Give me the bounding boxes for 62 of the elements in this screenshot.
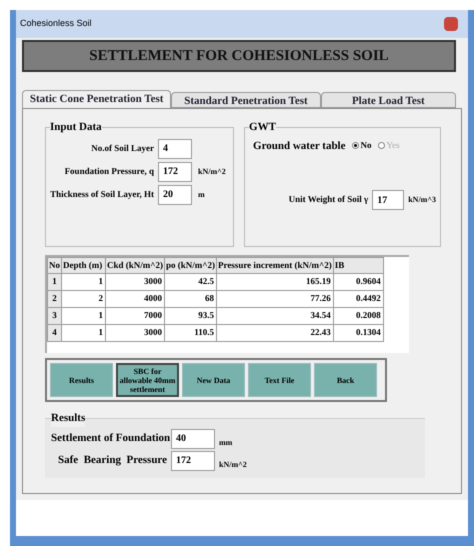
- table-cell: 77.26: [216, 290, 334, 308]
- table-cell: 1: [62, 274, 106, 290]
- row-header: 4: [48, 324, 62, 342]
- group-title: GWT: [249, 120, 276, 135]
- table-cell: 2: [62, 290, 106, 308]
- action-button[interactable]: New Data: [182, 363, 245, 397]
- table-cell: 22.43: [216, 324, 334, 342]
- action-button[interactable]: Results: [50, 363, 113, 397]
- column-header: Depth (m): [62, 258, 106, 274]
- table-cell: 3000: [106, 274, 164, 290]
- unit-label: mm: [219, 436, 232, 448]
- window-title: Cohesionless Soil: [20, 17, 92, 30]
- table-cell: 3000: [106, 324, 164, 342]
- row-header: 3: [48, 308, 62, 324]
- input-field[interactable]: 4: [158, 138, 192, 158]
- action-button[interactable]: SBC for allowable 40mm settlement: [116, 363, 179, 397]
- header-bar: SETTLEMENT FOR COHESIONLESS SOIL: [22, 40, 456, 72]
- input-field[interactable]: 40: [171, 428, 215, 448]
- tab[interactable]: Static Cone Penetration Test: [22, 90, 172, 108]
- input-field[interactable]: 172: [158, 162, 192, 182]
- field-label: Safe Bearing Pressure: [57, 453, 167, 468]
- column-header: IB: [333, 258, 384, 274]
- radio-option[interactable]: No: [352, 139, 372, 152]
- unit-label: m: [198, 188, 205, 200]
- input-field[interactable]: 20: [158, 184, 192, 204]
- unit-label: kN/m^2: [198, 166, 226, 178]
- table-cell: 1: [62, 308, 106, 324]
- table-cell: 34.54: [216, 308, 334, 324]
- tab[interactable]: Plate Load Test: [320, 92, 456, 108]
- column-header: Ckd (kN/m^2): [106, 258, 164, 274]
- column-header: No: [48, 258, 62, 274]
- group-title: Results: [51, 410, 86, 426]
- unit-label: kN/m^3: [408, 194, 436, 206]
- tab[interactable]: Standard Penetration Test: [171, 92, 321, 108]
- field-label: Thickness of Soil Layer, Ht: [50, 188, 154, 201]
- row-header: 1: [48, 274, 62, 290]
- input-field[interactable]: 17: [372, 190, 404, 210]
- column-header: po (kN/m^2): [164, 258, 216, 274]
- table-cell: 93.5: [164, 308, 216, 324]
- field-label: Foundation Pressure, q: [64, 164, 154, 178]
- table-cell: 0.4492: [333, 290, 384, 308]
- column-header: Pressure increment (kN/m^2): [216, 258, 334, 274]
- field-label: Unit Weight of Soil γ: [288, 193, 368, 206]
- table-cell: 165.19: [216, 274, 334, 290]
- group-title: Input Data: [50, 120, 102, 135]
- field-label: Ground water table: [253, 138, 346, 154]
- input-field[interactable]: 172: [171, 450, 215, 470]
- table-cell: 0.1304: [333, 324, 384, 342]
- table-cell: 7000: [106, 308, 164, 324]
- table-cell: 68: [164, 290, 216, 308]
- table-cell: 0.2008: [333, 308, 384, 324]
- table-cell: 4000: [106, 290, 164, 308]
- table-cell: 0.9604: [333, 274, 384, 290]
- close-icon[interactable]: [444, 17, 458, 31]
- row-header: 2: [48, 290, 62, 308]
- table-cell: 1: [62, 324, 106, 342]
- table-cell: 110.5: [164, 324, 216, 342]
- action-button[interactable]: Text File: [248, 363, 311, 397]
- field-label: No.of Soil Layer: [90, 142, 154, 155]
- table-cell: 42.5: [164, 274, 216, 290]
- action-button[interactable]: Back: [314, 363, 377, 397]
- unit-label: kN/m^2: [219, 458, 247, 470]
